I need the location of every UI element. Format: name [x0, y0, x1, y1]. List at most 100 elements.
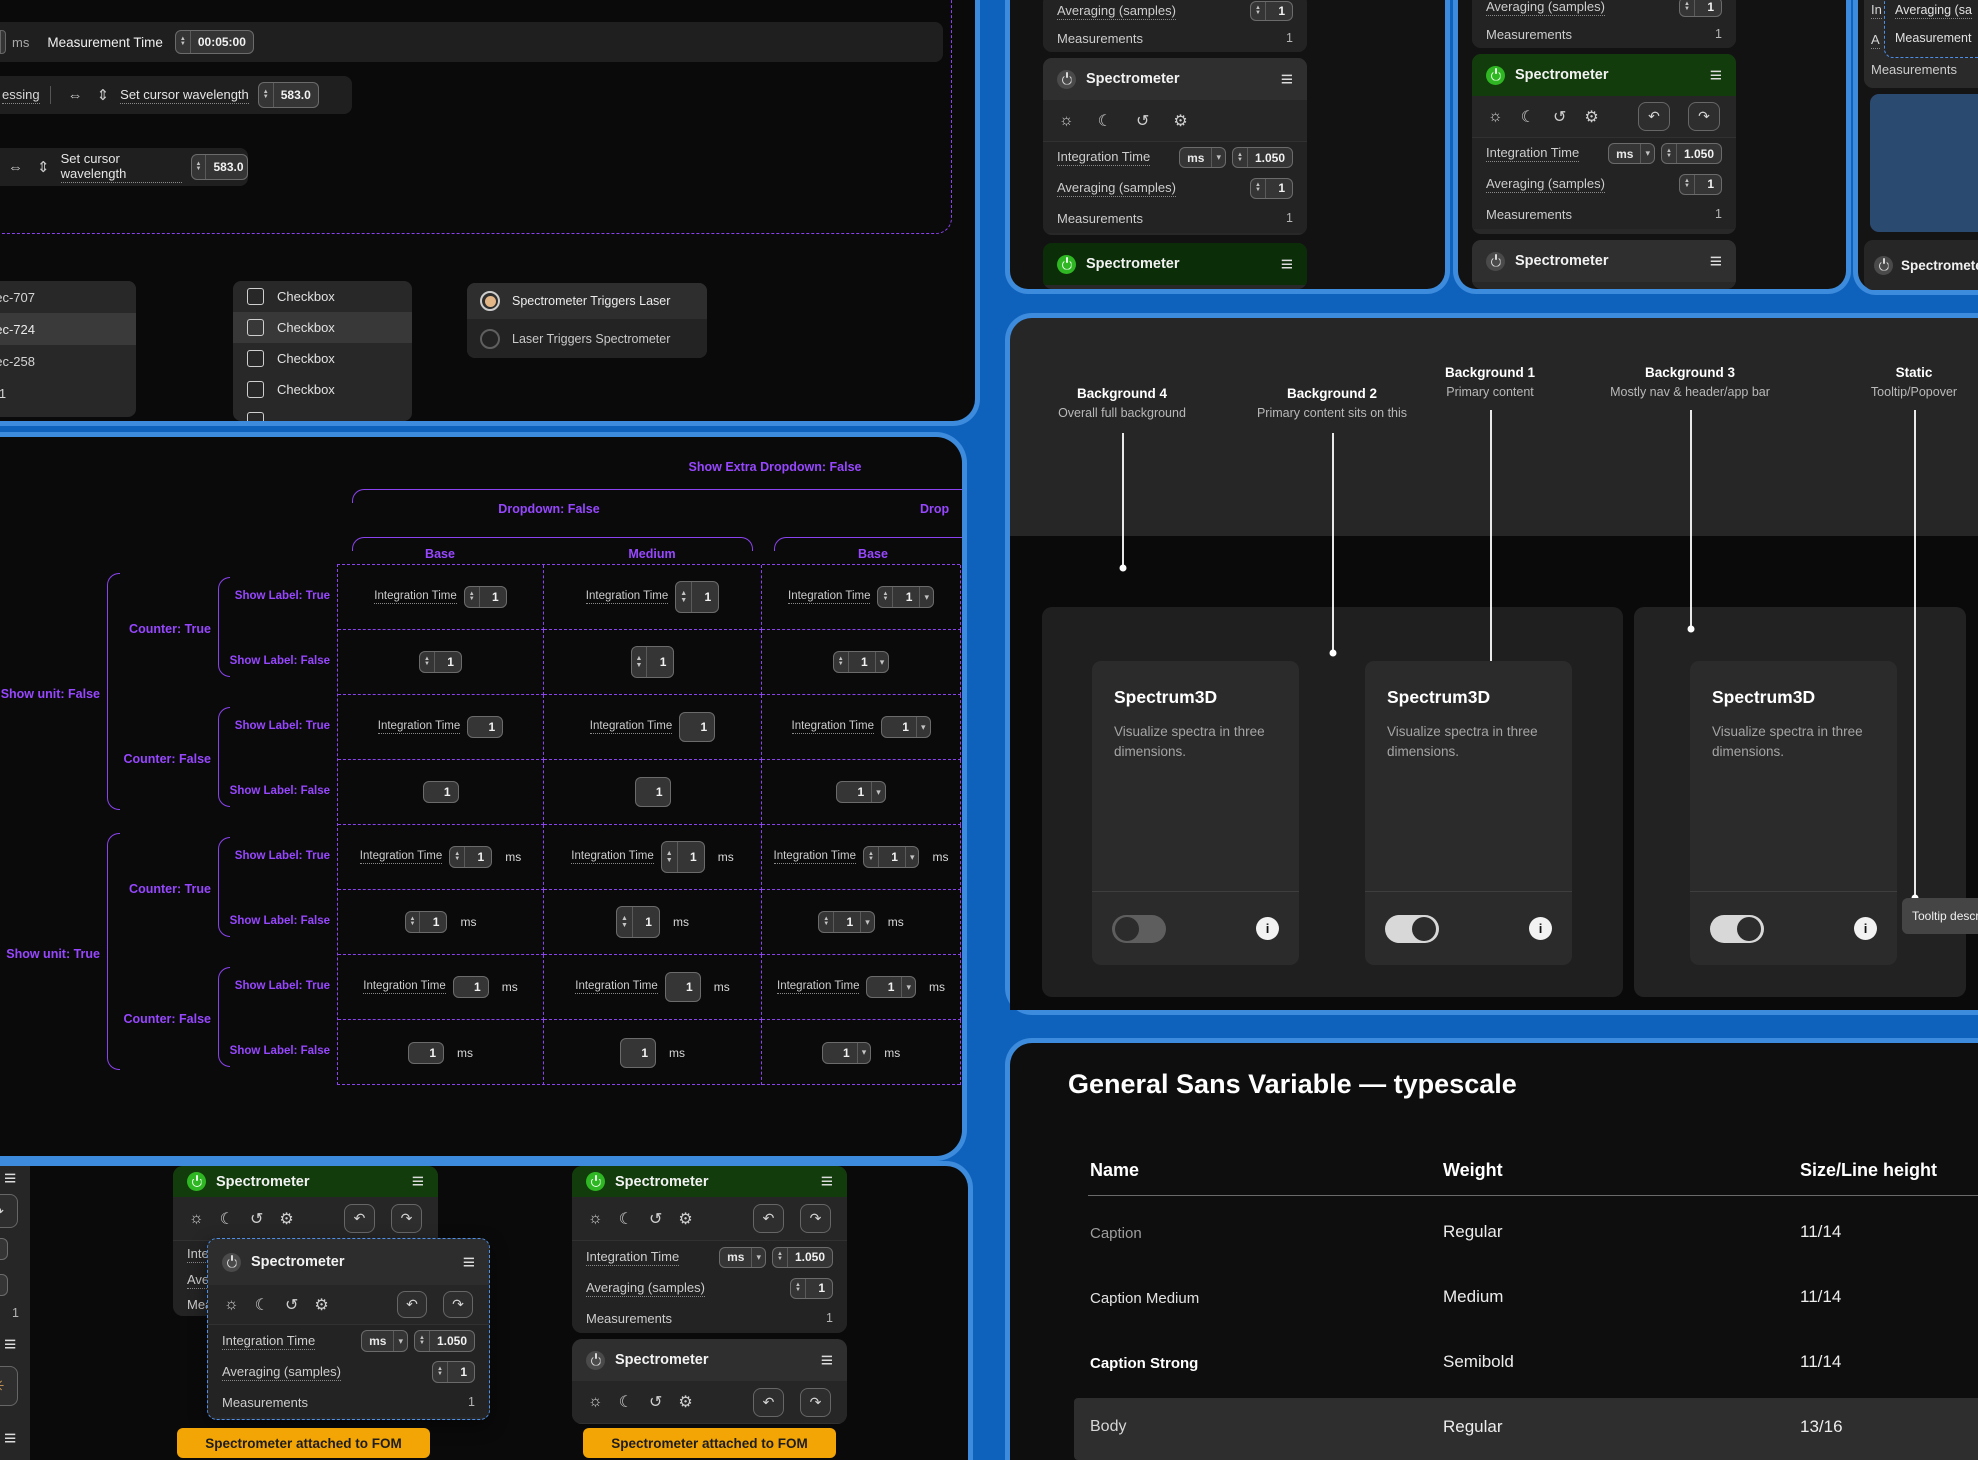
stepper[interactable]: ▲▼1	[616, 906, 660, 938]
chevron-down-icon[interactable]: ▾	[751, 1248, 765, 1267]
moon-icon[interactable]: ☾	[619, 1209, 633, 1229]
sun-icon[interactable]: ☼	[588, 1393, 603, 1411]
floating-selected-card[interactable]: Averaging (sa Measurement	[1884, 0, 1978, 58]
moon-icon[interactable]: ☾	[619, 1392, 633, 1412]
unit-select[interactable]: ms▾	[361, 1330, 408, 1352]
measurement-time-stepper[interactable]: ▲▼ 00:05:00	[175, 30, 254, 54]
chevron-down-icon[interactable]: ▾	[857, 1043, 871, 1063]
averaging-stepper[interactable]: ▲▼1	[1250, 178, 1293, 199]
value-field[interactable]: 1	[665, 972, 701, 1002]
toggle-on[interactable]	[1710, 915, 1764, 943]
unit-select[interactable]: ms▾	[719, 1247, 766, 1268]
stepper[interactable]: ▲▼1	[419, 651, 462, 673]
chevron-down-icon[interactable]: ▾	[871, 782, 885, 802]
selection-highlight-rect[interactable]	[1870, 94, 1978, 232]
power-icon-green[interactable]	[1057, 255, 1076, 274]
undo-button[interactable]: ↶	[753, 1388, 784, 1417]
vertical-align-icon[interactable]: ⇕	[37, 158, 50, 176]
checkbox-icon[interactable]	[247, 381, 264, 398]
stepper-dropdown[interactable]: ▲▼1▾	[863, 846, 919, 868]
reset-icon[interactable]: ↺	[1553, 107, 1566, 127]
moon-icon[interactable]: ☾	[1098, 111, 1112, 131]
checkbox-row[interactable]: Checkbox	[233, 343, 412, 374]
chevron-down-icon[interactable]: ▾	[905, 847, 919, 867]
value-field[interactable]: 1	[408, 1042, 444, 1064]
reset-icon[interactable]: ↺	[250, 1209, 263, 1229]
info-icon[interactable]: i	[1854, 917, 1877, 940]
value-field[interactable]: 1	[423, 781, 459, 803]
integration-time-label[interactable]: Integration Time	[1486, 145, 1579, 162]
value-field[interactable]: 1	[679, 712, 715, 742]
stepper[interactable]: ▲▼1	[449, 846, 492, 868]
checkbox-icon[interactable]	[247, 319, 264, 336]
value-field[interactable]: 1	[620, 1038, 656, 1068]
chevron-down-icon[interactable]: ▾	[919, 587, 933, 607]
power-icon-green[interactable]	[1486, 66, 1505, 85]
chevron-down-icon[interactable]: ▾	[916, 717, 930, 737]
checkbox-row-partial[interactable]	[233, 405, 412, 421]
averaging-label-clipped[interactable]: A	[1871, 32, 1880, 49]
stepper-chevrons-icon[interactable]: ▲▼	[259, 83, 274, 107]
checkbox-row[interactable]: Checkbox	[233, 281, 412, 312]
redo-button[interactable]: ↷	[443, 1291, 473, 1318]
menu-icon[interactable]: ≡	[4, 1168, 16, 1189]
table-row[interactable]: Caption Regular 11/14	[1010, 1203, 1978, 1268]
card-header[interactable]: Spectrometer ≡	[1472, 240, 1736, 282]
undo-button[interactable]: ↶	[1638, 102, 1670, 131]
averaging-stepper[interactable]: ▲▼1	[432, 1361, 475, 1383]
card-header-green[interactable]: Spectrometer ≡	[1472, 54, 1736, 96]
power-icon-green[interactable]	[586, 1172, 605, 1191]
list-item[interactable]: b 1	[0, 377, 136, 409]
integration-stepper[interactable]: ▲▼1.050	[414, 1330, 475, 1352]
averaging-stepper[interactable]: ▲▼1	[1679, 174, 1722, 195]
undo-button[interactable]: ↶	[344, 1204, 375, 1233]
moon-icon[interactable]: ☾	[220, 1209, 234, 1229]
integration-stepper[interactable]: ▲▼1.050	[1232, 147, 1293, 168]
clipped-tab-label[interactable]: essing	[2, 87, 40, 104]
redo-button[interactable]: ↷	[0, 1194, 18, 1228]
chevron-down-icon[interactable]: ▾	[860, 912, 874, 932]
integration-stepper[interactable]: ▲▼1.050	[1661, 143, 1722, 164]
card-header-green[interactable]: Spectrometer ≡	[173, 1166, 438, 1197]
menu-icon[interactable]: ≡	[1281, 69, 1293, 90]
chevron-down-icon[interactable]: ▾	[393, 1331, 407, 1351]
checkbox-icon[interactable]	[247, 412, 264, 421]
checkbox-icon[interactable]	[247, 350, 264, 367]
gear-icon[interactable]: ⚙	[314, 1295, 328, 1315]
radio-icon[interactable]	[480, 329, 500, 349]
power-icon[interactable]	[222, 1253, 241, 1272]
undo-button[interactable]: ↶	[753, 1204, 784, 1233]
gear-icon[interactable]: ⚙	[279, 1209, 293, 1229]
averaging-stepper[interactable]: ▲▼1	[1679, 0, 1722, 17]
toggle-off[interactable]	[1112, 915, 1166, 943]
menu-icon[interactable]: ≡	[821, 1171, 833, 1192]
redo-button[interactable]: ↷	[1688, 102, 1720, 131]
reset-icon[interactable]: ↺	[1136, 111, 1149, 131]
list-item[interactable]: pec-258	[0, 345, 136, 377]
power-icon[interactable]	[1874, 256, 1893, 275]
reset-icon[interactable]: ↺	[649, 1392, 662, 1412]
stepper-chevrons-icon[interactable]: ▲▼	[192, 155, 207, 179]
list-item[interactable]: pec-707	[0, 281, 136, 313]
card-header-green[interactable]: Spectrometer ≡	[572, 1166, 847, 1197]
redo-button[interactable]: ↷	[800, 1388, 831, 1417]
menu-icon[interactable]: ≡	[1281, 254, 1293, 275]
gear-icon[interactable]: ⚙	[1173, 111, 1187, 131]
card-header[interactable]: Spectrometer ≡	[208, 1239, 489, 1285]
stepper-chevrons-icon[interactable]: ▲▼	[176, 31, 191, 53]
floating-selected-card[interactable]: Spectrometer ≡ ☼ ☾ ↺ ⚙ ↶ ↷ Integration T…	[207, 1238, 490, 1420]
set-cursor-wavelength-label[interactable]: Set cursor wavelength	[61, 151, 182, 183]
power-icon[interactable]	[1486, 252, 1505, 271]
stepper-dropdown[interactable]: ▲▼1▾	[833, 651, 889, 673]
wavelength-stepper[interactable]: ▲▼ 583.0	[258, 82, 319, 108]
gear-icon[interactable]: ⚙	[1584, 107, 1598, 127]
stepper[interactable]: ▲▼1	[464, 586, 507, 608]
integration-time-label[interactable]: Integration Time	[222, 1333, 315, 1350]
reset-icon[interactable]: ↺	[649, 1209, 662, 1229]
sun-icon[interactable]: ☼	[588, 1210, 603, 1228]
wavelength-stepper[interactable]: ▲▼ 583.0	[191, 154, 248, 180]
unit-select[interactable]: ms▾	[1179, 147, 1226, 168]
list-item[interactable]: pec-724	[0, 313, 136, 345]
power-icon-green[interactable]	[187, 1172, 206, 1191]
radio-row[interactable]: Laser Triggers Spectrometer	[467, 319, 707, 358]
